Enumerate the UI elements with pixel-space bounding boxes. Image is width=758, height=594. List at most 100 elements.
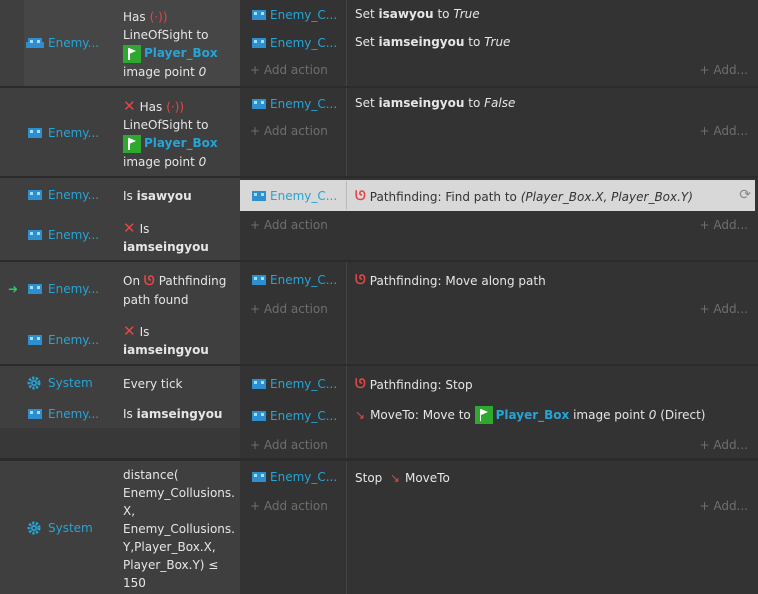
action-pathfinding-stop[interactable]: ᘎ Pathfinding: Stop xyxy=(355,377,473,392)
action-separator xyxy=(346,262,347,364)
condition-is-isawyou[interactable]: Is isawyou xyxy=(123,187,238,205)
condition-on-path-found[interactable]: On ᘎ Pathfinding path found xyxy=(123,272,238,309)
moveto-label: MoveTo xyxy=(404,471,450,485)
object-name: System xyxy=(48,521,93,535)
add-action-link[interactable]: + Add action xyxy=(250,218,328,232)
action-object-enemy[interactable]: Enemy_C... xyxy=(250,95,342,113)
to-label: to xyxy=(468,96,481,110)
action-move-along-path[interactable]: ᘎ Pathfinding: Move along path xyxy=(355,273,546,288)
add-action-link[interactable]: + Add action xyxy=(250,438,328,452)
gear-icon xyxy=(26,520,48,536)
object-name: Enemy... xyxy=(48,333,100,347)
image-point-num: 0 xyxy=(648,408,657,422)
var-name: iamseingyou xyxy=(378,96,465,110)
var-name: iamseingyou xyxy=(136,407,223,421)
action-object-enemy[interactable]: Enemy_C... xyxy=(250,271,342,289)
condition-object-enemy[interactable]: Enemy... xyxy=(26,124,113,142)
object-name: Enemy... xyxy=(48,126,100,140)
condition-is-iamseingyou[interactable]: Is iamseingyou xyxy=(123,405,238,423)
action-object-enemy[interactable]: Enemy_C... xyxy=(250,6,342,24)
add-action-link[interactable]: + Add action xyxy=(250,499,328,513)
condition-object-system[interactable]: System xyxy=(26,374,113,392)
add-more-link[interactable]: + Add... xyxy=(699,302,748,316)
action-stop-moveto[interactable]: Stop ↘ MoveTo xyxy=(355,471,450,485)
enemy-sprite-icon xyxy=(250,470,270,484)
los-label: LineOfSight to xyxy=(123,118,209,132)
condition-compare-distance[interactable]: distance( Enemy_Collusions. X, Enemy_Col… xyxy=(123,466,238,592)
trigger-arrow-icon: ➜ xyxy=(8,282,19,296)
enemy-sprite-icon xyxy=(250,189,270,203)
expression-line: 150 xyxy=(123,576,146,590)
action-moveto-player-box[interactable]: ↘ MoveTo: Move to Player_Box image point … xyxy=(355,406,705,424)
set-label: Set xyxy=(355,35,375,49)
condition-has-los[interactable]: Has (·)) LineOfSight to Player_Box image … xyxy=(123,8,238,81)
object-name: Enemy... xyxy=(48,188,100,202)
action-find-path[interactable]: ᘎ Pathfinding: Find path to (Player_Box.X… xyxy=(355,189,693,204)
add-more-link[interactable]: + Add... xyxy=(699,438,748,452)
image-point-label: image point xyxy=(123,154,195,169)
pathfinding-label: Pathfinding xyxy=(158,274,227,288)
enemy-sprite-icon xyxy=(26,407,48,421)
condition-not-is-iamseingyou[interactable]: ✕ Is iamseingyou xyxy=(123,219,238,256)
condition-not-has-los[interactable]: ✕ Has (·)) LineOfSight to Player_Box image… xyxy=(123,97,238,171)
object-name: Enemy_C... xyxy=(270,377,338,391)
enemy-sprite-icon xyxy=(250,409,270,423)
condition-object-enemy[interactable]: Enemy... xyxy=(26,280,113,298)
object-name: Enemy... xyxy=(48,282,100,296)
expression-line: X, xyxy=(123,504,136,518)
var-name: iamseingyou xyxy=(378,35,465,49)
add-more-link[interactable]: + Add... xyxy=(699,218,748,232)
invert-x-icon: ✕ xyxy=(123,97,136,115)
has-label: Has xyxy=(123,10,146,24)
set-label: Set xyxy=(355,7,375,21)
condition-every-tick[interactable]: Every tick xyxy=(123,375,238,393)
enemy-sprite-icon xyxy=(26,333,48,347)
object-name: Enemy_C... xyxy=(270,409,338,423)
enemy-sprite-icon xyxy=(26,36,48,50)
add-action-link[interactable]: + Add action xyxy=(250,124,328,138)
enemy-sprite-icon xyxy=(250,273,270,287)
action-separator xyxy=(346,88,347,176)
add-action-link[interactable]: + Add action xyxy=(250,302,328,316)
action-object-enemy[interactable]: Enemy_C... xyxy=(250,468,342,486)
player-box-name: Player_Box xyxy=(495,408,570,422)
gear-icon xyxy=(26,375,48,391)
condition-not-is-iamseingyou[interactable]: ✕ Is iamseingyou xyxy=(123,322,238,359)
action-args: (Player_Box.X, Player_Box.Y) xyxy=(520,189,693,204)
condition-object-enemy[interactable]: Enemy... xyxy=(26,34,113,52)
condition-object-enemy[interactable]: Enemy... xyxy=(26,186,113,204)
action-object-enemy[interactable]: Enemy_C... xyxy=(250,187,342,205)
condition-object-system[interactable]: System xyxy=(26,519,113,537)
line-of-sight-icon: (·)) xyxy=(149,10,168,24)
action-object-enemy[interactable]: Enemy_C... xyxy=(250,407,342,425)
is-label: Is xyxy=(139,222,150,236)
is-label: Is xyxy=(123,189,133,203)
object-name: Enemy... xyxy=(48,407,100,421)
action-separator xyxy=(346,0,347,86)
add-more-link[interactable]: + Add... xyxy=(699,124,748,138)
object-name: Enemy_C... xyxy=(270,189,338,203)
object-name: Enemy_C... xyxy=(270,8,338,22)
object-name: Enemy_C... xyxy=(270,36,338,50)
object-name: Enemy... xyxy=(48,36,100,50)
expression-line: Y,Player_Box.X, xyxy=(123,540,216,554)
image-point-label: image point xyxy=(123,64,195,79)
is-label: Is xyxy=(123,407,133,421)
pathfinding-icon: ᘎ xyxy=(355,377,366,392)
add-action-link[interactable]: + Add action xyxy=(250,63,328,77)
action-object-enemy[interactable]: Enemy_C... xyxy=(250,375,342,393)
action-object-enemy[interactable]: Enemy_C... xyxy=(250,34,342,52)
condition-object-enemy[interactable]: Enemy... xyxy=(26,405,113,423)
pathfinding-icon: ᘎ xyxy=(355,189,366,204)
add-more-link[interactable]: + Add... xyxy=(699,63,748,77)
action-set-iamseingyou[interactable]: Set iamseingyou to True xyxy=(355,35,510,49)
condition-object-enemy[interactable]: Enemy... xyxy=(26,331,113,349)
refresh-icon[interactable]: ⟳ xyxy=(739,187,751,203)
action-set-isawyou[interactable]: Set isawyou to True xyxy=(355,7,480,21)
expression-line: Player_Box.Y) ≤ xyxy=(123,558,219,572)
object-name: Enemy_C... xyxy=(270,97,338,111)
add-more-link[interactable]: + Add... xyxy=(699,499,748,513)
var-value: True xyxy=(484,35,511,49)
condition-object-enemy[interactable]: Enemy... xyxy=(26,226,113,244)
action-set-iamseingyou-false[interactable]: Set iamseingyou to False xyxy=(355,96,515,110)
